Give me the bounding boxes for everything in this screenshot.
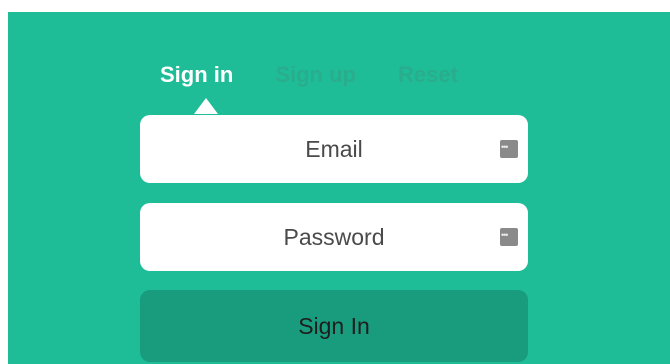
password-field-container (140, 203, 528, 271)
password-manager-key-icon[interactable] (500, 228, 518, 246)
tab-reset[interactable]: Reset (398, 62, 458, 88)
password-manager-key-icon[interactable] (500, 140, 518, 158)
email-field-container (140, 115, 528, 183)
password-input[interactable] (182, 222, 486, 252)
email-input[interactable] (182, 134, 486, 164)
auth-tabs: Sign in Sign up Reset (160, 58, 500, 114)
sign-in-button[interactable]: Sign In (140, 290, 528, 362)
tab-sign-up[interactable]: Sign up (275, 62, 356, 88)
tab-sign-in[interactable]: Sign in (160, 62, 233, 114)
